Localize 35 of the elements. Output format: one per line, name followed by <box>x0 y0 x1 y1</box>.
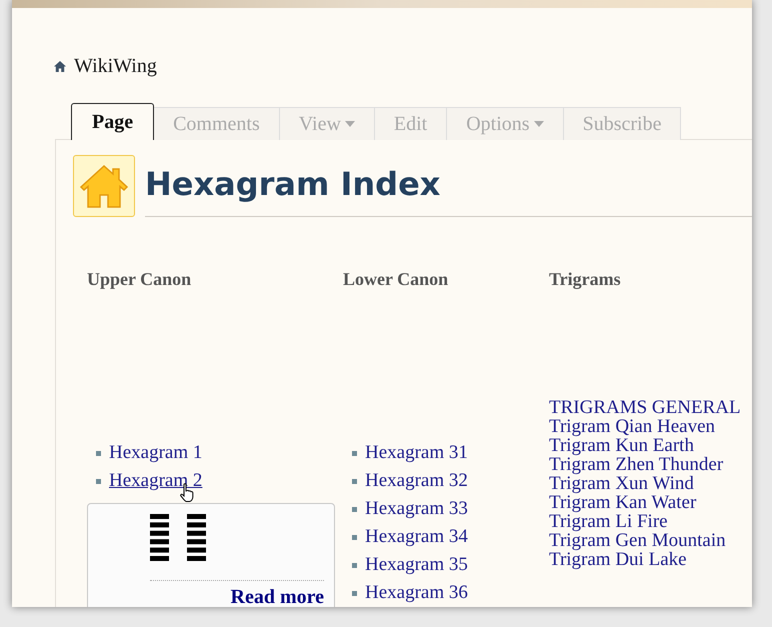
trigram-link[interactable]: Trigram Qian Heaven <box>549 417 749 436</box>
bullet-icon <box>352 534 357 540</box>
trigram-link[interactable]: Trigram Xun Wind <box>549 474 749 493</box>
trigram-link[interactable]: Trigram Kun Earth <box>549 436 749 455</box>
hexagram-link[interactable]: Hexagram 1 <box>109 441 202 465</box>
bullet-icon <box>352 562 357 568</box>
breadcrumb-link[interactable]: WikiWing <box>74 54 157 79</box>
hexagram-link[interactable]: Hexagram 35 <box>365 553 468 577</box>
column-heading: Lower Canon <box>343 268 450 291</box>
page-title: Hexagram Index <box>145 164 752 217</box>
hexagram-link[interactable]: Hexagram 32 <box>365 469 468 493</box>
bullet-icon <box>96 478 101 484</box>
hexagram-icon <box>150 514 206 562</box>
tab[interactable]: Page <box>71 103 154 140</box>
hexagram-link[interactable]: Hexagram 2 <box>109 469 202 493</box>
bullet-icon <box>352 478 357 484</box>
trigram-link[interactable]: Trigram Zhen Thunder <box>549 455 749 474</box>
bullet-icon <box>96 450 101 456</box>
bullet-icon <box>352 450 357 456</box>
hexagram-link[interactable]: Hexagram 33 <box>365 497 468 521</box>
home-icon <box>54 61 66 72</box>
hexagram-link[interactable]: Hexagram 34 <box>365 525 468 549</box>
column-heading: Upper Canon <box>87 268 192 291</box>
page-icon <box>73 155 135 217</box>
bullet-icon <box>352 506 357 512</box>
trigram-link[interactable]: Trigram Gen Mountain <box>549 531 749 550</box>
trigram-link[interactable]: Trigram Dui Lake <box>549 550 749 569</box>
trigram-link[interactable]: Trigram Kan Water <box>549 493 749 512</box>
bullet-icon <box>352 590 357 596</box>
hexagram-link[interactable]: Hexagram 31 <box>365 441 468 465</box>
trigram-link[interactable]: Trigram Li Fire <box>549 512 749 531</box>
column-heading: Trigrams <box>549 268 622 291</box>
trigram-link[interactable]: TRIGRAMS GENERAL <box>549 398 749 417</box>
read-more-link[interactable]: Read more <box>230 585 324 607</box>
hexagram-link[interactable]: Hexagram 36 <box>365 581 468 605</box>
